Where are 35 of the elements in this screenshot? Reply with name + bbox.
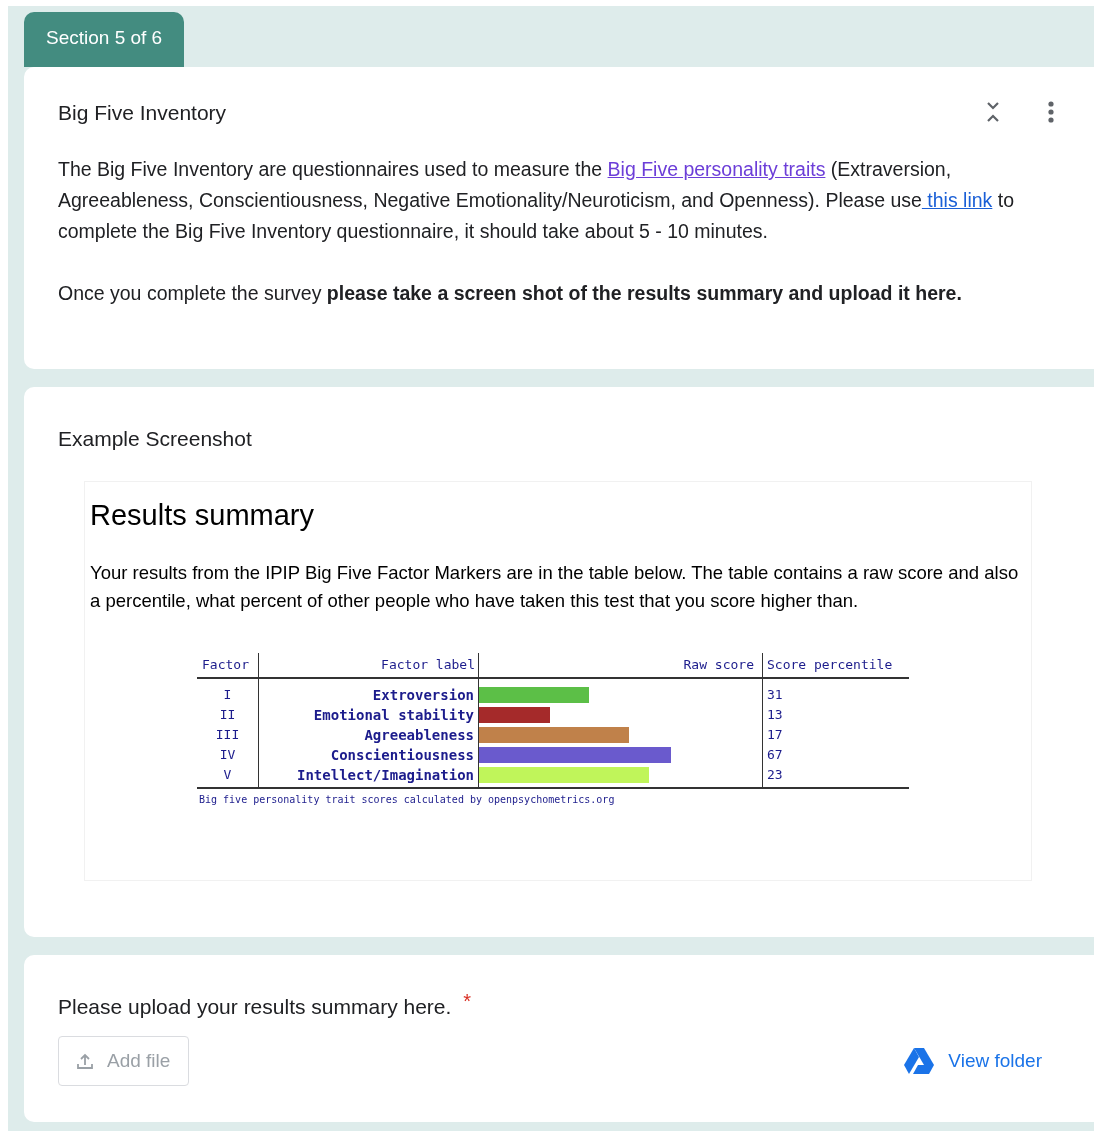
card-title: Example Screenshot bbox=[58, 426, 253, 452]
results-heading: Results summary bbox=[90, 497, 315, 533]
collapse-icon[interactable] bbox=[986, 101, 1000, 124]
required-asterisk: * bbox=[463, 990, 472, 1011]
percentile-value: 23 bbox=[767, 765, 784, 784]
column-header: Factor label bbox=[259, 653, 479, 677]
factor-numeral: V bbox=[223, 765, 232, 784]
view-folder-link[interactable]: View folder bbox=[904, 1046, 1042, 1076]
factor-numeral: II bbox=[219, 705, 236, 724]
factor-label: Conscientiousness bbox=[330, 745, 474, 765]
factor-label: Agreeableness bbox=[364, 725, 474, 745]
upload-icon bbox=[77, 1053, 93, 1069]
card-title: Big Five Inventory bbox=[58, 99, 227, 126]
drive-icon bbox=[904, 1048, 935, 1074]
column-header: Raw score bbox=[479, 653, 763, 677]
factor-label: Extroversion bbox=[372, 685, 474, 705]
percentile-value: 17 bbox=[767, 725, 784, 744]
factor-numeral: I bbox=[223, 685, 232, 704]
column-header: Factor bbox=[197, 653, 259, 677]
percentile-value: 13 bbox=[767, 705, 784, 724]
question-text: Please upload your results summary here. bbox=[58, 993, 452, 1020]
personality-traits-link[interactable]: Big Five personality traits bbox=[607, 158, 826, 180]
column-header: Score percentile bbox=[766, 656, 894, 674]
description-text: The Big Five Inventory are questionnaires used to measure the Big Five personality traits (Extraversion, Agreeableness, Conscientiousness, Negative Emotionality/Neuroticism, and Openness). Please use this link to complete the Big Five Inventory questionnaire, it should take about 5 - 10 minutes. bbox=[58, 157, 1015, 244]
percentile-value: 67 bbox=[767, 745, 784, 764]
survey-link[interactable]: this link bbox=[921, 189, 993, 211]
factor-label: Intellect/Imagination bbox=[297, 765, 474, 785]
factor-numeral: IV bbox=[219, 745, 236, 764]
factor-label: Emotional stability bbox=[313, 705, 474, 725]
percentile-value: 31 bbox=[767, 685, 784, 704]
more-options-icon[interactable] bbox=[1048, 101, 1054, 124]
chart-footnote: Big five personality trait scores calculated by openpsychometrics.org bbox=[198, 792, 616, 807]
results-description: Your results from the IPIP Big Five Factor Markers are in the table below. The table contains a raw score and also a percentile, what percent of other people who have taken this test that you score higher than. bbox=[90, 561, 1020, 613]
instruction-text: Once you complete the survey please take a screen shot of the results summary and upload it here. bbox=[58, 281, 963, 306]
factor-numeral: III bbox=[215, 725, 240, 744]
